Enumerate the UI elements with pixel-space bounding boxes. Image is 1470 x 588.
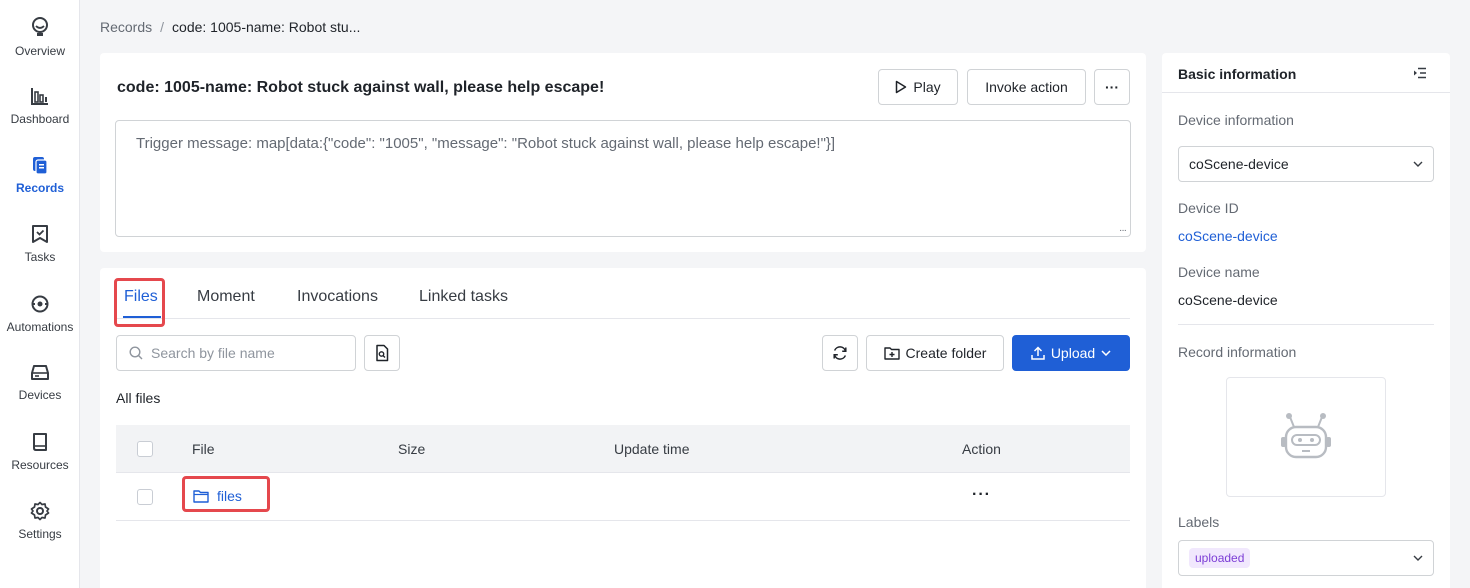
file-name: files (217, 488, 242, 504)
breadcrumb-root-link[interactable]: Records (100, 19, 152, 35)
sidebar-item-overview[interactable]: Overview (0, 16, 80, 58)
column-header-file: File (192, 441, 215, 457)
folder-add-icon (883, 347, 900, 360)
sidebar-item-settings[interactable]: Settings (0, 501, 80, 541)
sidebar-item-dashboard[interactable]: Dashboard (0, 86, 80, 126)
record-title: code: 1005-name: Robot stuck against wal… (117, 79, 605, 96)
search-input[interactable] (151, 345, 341, 361)
create-folder-button[interactable]: Create folder (866, 335, 1004, 371)
section-title: All files (116, 390, 161, 406)
tab-invocations[interactable]: Invocations (297, 288, 378, 306)
breadcrumb-current: code: 1005-name: Robot stu... (172, 19, 361, 35)
more-options-button[interactable]: ··· (1094, 69, 1130, 105)
more-icon: ··· (1105, 79, 1119, 95)
sidebar: Overview Dashboard Records Tasks Automat… (0, 0, 80, 588)
refresh-icon (833, 346, 847, 360)
play-label: Play (913, 79, 941, 95)
play-icon (896, 80, 907, 94)
resize-handle-icon[interactable]: ··· (1119, 225, 1127, 236)
file-search-icon (376, 344, 389, 362)
device-name-value: coScene-device (1178, 292, 1278, 308)
table-row: files ··· (116, 473, 1130, 521)
panel-title: Basic information (1178, 66, 1297, 82)
records-icon (33, 157, 48, 175)
gear-icon (30, 501, 50, 521)
automations-icon (31, 295, 49, 313)
trigger-message-text: Trigger message: map[data:{"code": "1005… (136, 135, 836, 152)
sidebar-item-label: Overview (14, 44, 65, 58)
divider (1178, 324, 1434, 325)
row-checkbox[interactable] (137, 489, 153, 505)
device-info-label: Device information (1178, 112, 1294, 128)
upload-icon (1031, 346, 1045, 360)
breadcrumb: Records / code: 1005-name: Robot stu... (100, 19, 360, 35)
sidebar-item-label: Dashboard (10, 112, 70, 126)
record-thumbnail (1226, 377, 1386, 497)
sidebar-item-automations[interactable]: Automations (0, 294, 80, 334)
record-header-card: code: 1005-name: Robot stuck against wal… (100, 53, 1146, 252)
tab-divider (116, 318, 1130, 319)
sidebar-item-records[interactable]: Records (0, 155, 80, 195)
sidebar-item-label: Automations (6, 320, 74, 334)
upload-label: Upload (1050, 345, 1096, 361)
tab-moment[interactable]: Moment (197, 288, 255, 306)
resources-icon (33, 433, 47, 451)
select-all-checkbox[interactable] (137, 441, 153, 457)
column-header-size: Size (398, 441, 426, 457)
folder-icon (193, 490, 209, 503)
file-link-files[interactable]: files (193, 488, 242, 504)
sidebar-item-label: Resources (11, 458, 69, 472)
table-header: File Size Update time Action (116, 425, 1130, 473)
devices-icon (31, 365, 49, 380)
column-header-action: Action (962, 441, 1001, 457)
chevron-down-icon (1413, 555, 1423, 561)
collapse-panel-icon[interactable] (1413, 67, 1427, 79)
labels-select[interactable]: uploaded (1178, 540, 1434, 576)
label-tag: uploaded (1189, 548, 1251, 568)
create-folder-label: Create folder (905, 345, 987, 361)
invoke-action-label: Invoke action (985, 79, 1068, 95)
tab-files[interactable]: Files (124, 288, 158, 306)
sidebar-item-label: Settings (18, 527, 62, 541)
sidebar-item-tasks[interactable]: Tasks (0, 224, 80, 264)
panel-header: Basic information (1162, 53, 1450, 93)
sidebar-item-label: Tasks (24, 250, 56, 264)
sidebar-item-label: Devices (18, 388, 62, 402)
refresh-button[interactable] (822, 335, 858, 371)
robot-icon (1281, 413, 1331, 459)
trigger-message-textarea[interactable]: Trigger message: map[data:{"code": "1005… (115, 120, 1131, 237)
sidebar-item-devices[interactable]: Devices (0, 364, 80, 402)
device-select-value: coScene-device (1189, 156, 1289, 172)
upload-button[interactable]: Upload (1012, 335, 1130, 371)
record-info-label: Record information (1178, 344, 1297, 360)
column-header-update-time: Update time (614, 441, 690, 457)
device-id-label: Device ID (1178, 200, 1239, 216)
breadcrumb-separator: / (160, 19, 165, 35)
search-box (116, 335, 356, 371)
basic-info-panel: Basic information Device information coS… (1162, 53, 1450, 588)
tasks-icon (32, 225, 48, 243)
sidebar-item-label: Records (15, 181, 65, 195)
device-select[interactable]: coScene-device (1178, 146, 1434, 182)
tab-linked-tasks[interactable]: Linked tasks (419, 288, 508, 306)
search-icon (129, 346, 143, 360)
invoke-action-button[interactable]: Invoke action (967, 69, 1086, 105)
files-card: Files Moment Invocations Linked tasks Cr… (100, 268, 1146, 588)
dashboard-icon (31, 88, 48, 105)
overview-icon (32, 17, 48, 36)
active-tab-indicator (123, 316, 161, 318)
file-search-button[interactable] (364, 335, 400, 371)
labels-label: Labels (1178, 514, 1220, 530)
play-button[interactable]: Play (878, 69, 958, 105)
row-action-more-button[interactable]: ··· (972, 486, 991, 504)
device-id-link[interactable]: coScene-device (1178, 228, 1278, 244)
device-name-label: Device name (1178, 264, 1260, 280)
chevron-down-icon (1101, 350, 1111, 356)
chevron-down-icon (1413, 161, 1423, 167)
sidebar-item-resources[interactable]: Resources (0, 432, 80, 472)
